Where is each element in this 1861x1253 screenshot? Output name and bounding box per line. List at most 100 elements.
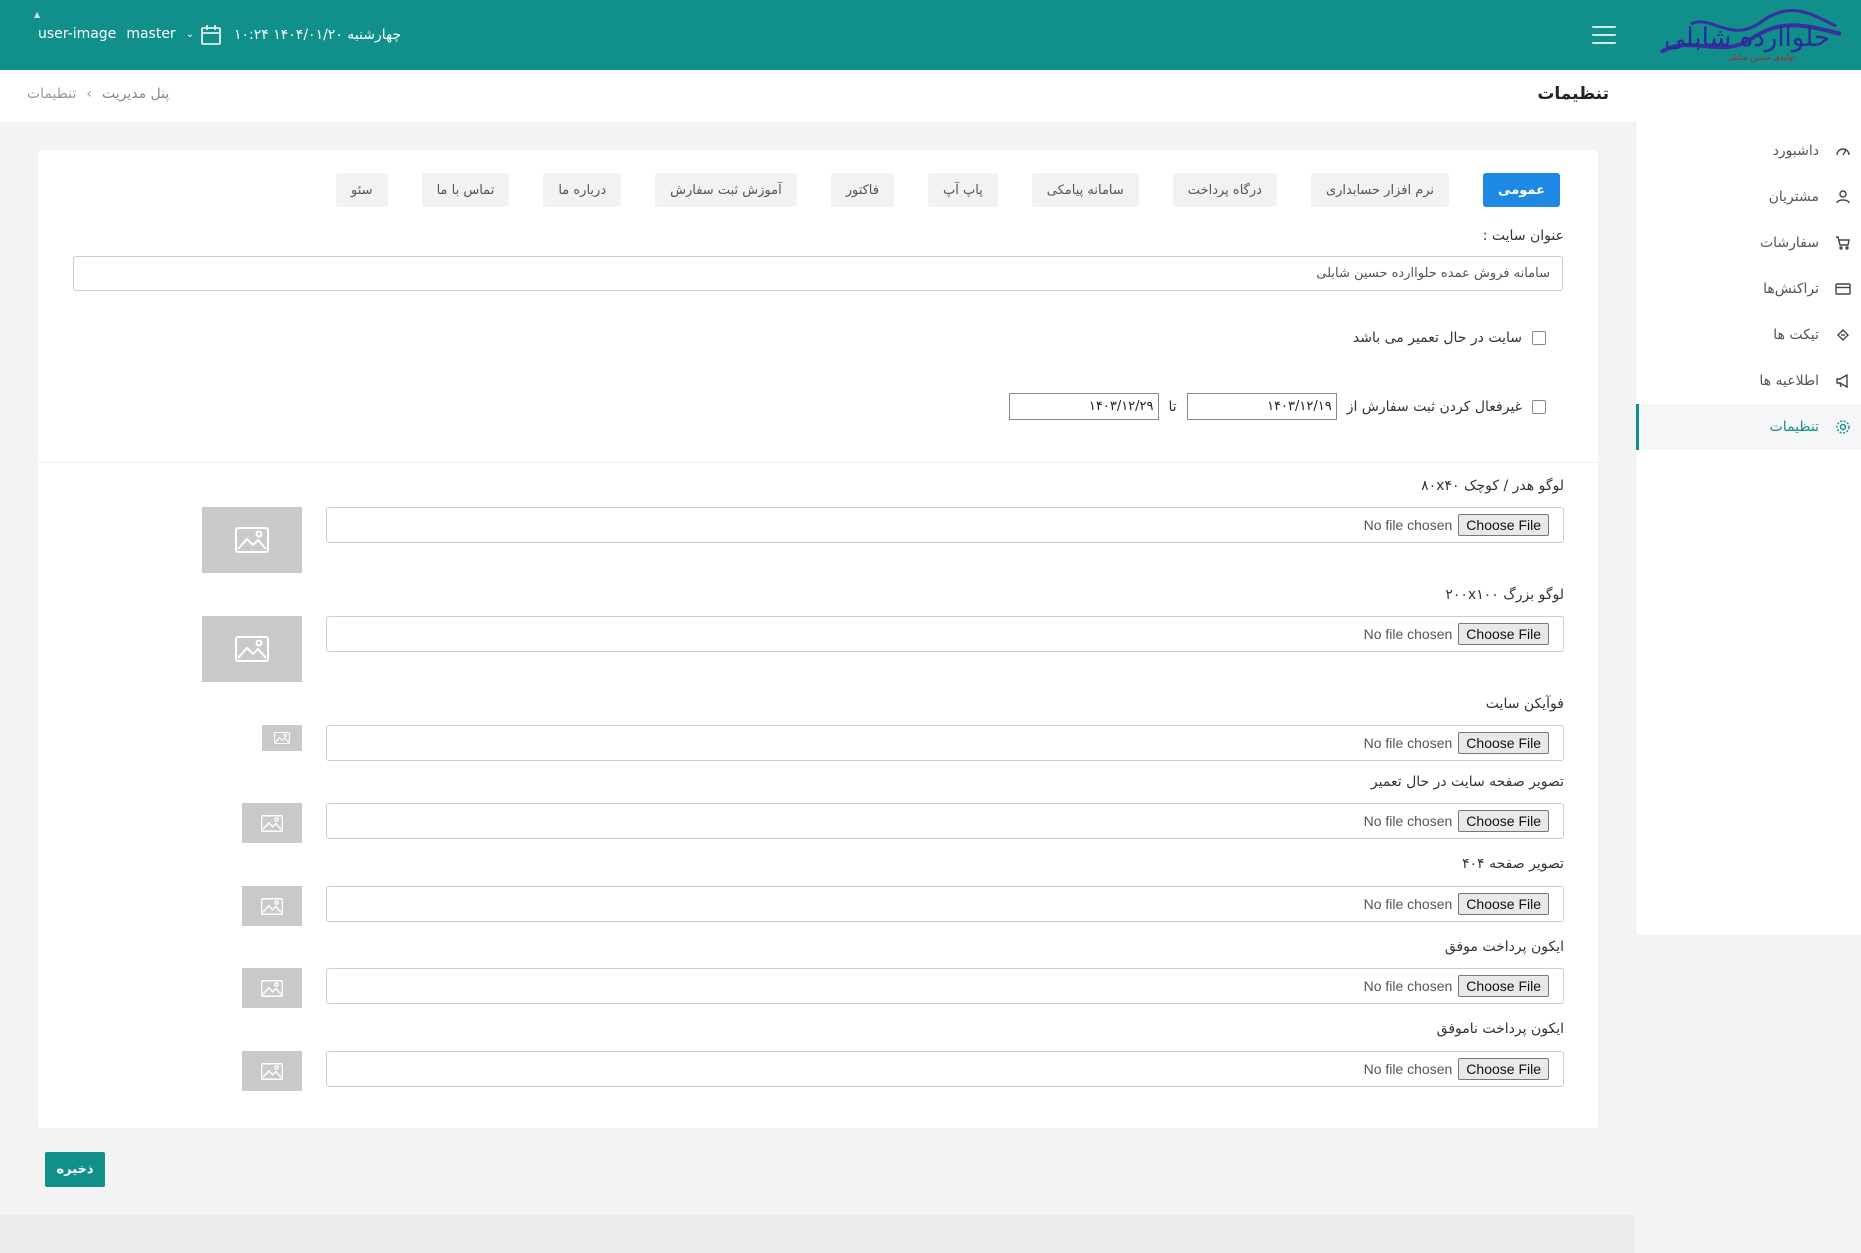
large-logo-label: لوگو بزرگ ۲۰۰x۱۰۰ bbox=[1445, 587, 1564, 603]
sidebar-item-label: مشتریان bbox=[1768, 189, 1819, 205]
file-status: No file chosen bbox=[1363, 626, 1453, 642]
top-navbar: حلواارده شابلی تولیدی حسین شابلی چهارشنب… bbox=[0, 0, 1861, 70]
maintenance-image-file-input[interactable]: No file chosen Choose File bbox=[326, 803, 1564, 839]
maintenance-image-label: تصویر صفحه سایت در حال تعمیر bbox=[1370, 774, 1564, 790]
choose-file-button[interactable]: Choose File bbox=[1458, 732, 1549, 754]
tab-contact-us[interactable]: تماس با ما bbox=[421, 173, 510, 207]
image-placeholder-icon bbox=[274, 732, 290, 744]
maintenance-label: سایت در حال تعمیر می باشد bbox=[1352, 330, 1522, 346]
sidebar-item-customers[interactable]: مشتریان bbox=[1636, 174, 1861, 220]
404-image-file-input[interactable]: No file chosen Choose File bbox=[326, 886, 1564, 922]
large-logo-file-input[interactable]: No file chosen Choose File bbox=[326, 616, 1564, 652]
payment-failed-icon-label: ایکون پرداخت ناموفق bbox=[1436, 1021, 1564, 1037]
menu-toggle-icon[interactable] bbox=[1592, 26, 1616, 44]
save-button[interactable]: ذخیره bbox=[45, 1152, 105, 1187]
tab-payment-gateway[interactable]: درگاه پرداخت bbox=[1172, 173, 1277, 207]
user-image-label: user-image bbox=[38, 26, 117, 42]
file-status: No file chosen bbox=[1363, 896, 1453, 912]
image-placeholder-icon bbox=[261, 814, 283, 832]
image-placeholder-icon bbox=[261, 897, 283, 915]
choose-file-button[interactable]: Choose File bbox=[1458, 514, 1549, 536]
gear-icon bbox=[1836, 420, 1850, 434]
tab-invoice[interactable]: فاکتور bbox=[830, 173, 894, 207]
disable-order-checkbox[interactable] bbox=[1532, 399, 1546, 414]
users-icon bbox=[1836, 190, 1850, 204]
section-divider bbox=[38, 462, 1598, 463]
ticket-icon bbox=[1837, 329, 1849, 341]
breadcrumb: تنظیمات ‹ پنل مدیریت bbox=[27, 86, 169, 102]
date-to-input[interactable]: ۱۴۰۳/۱۲/۲۹ bbox=[1008, 393, 1159, 420]
choose-file-button[interactable]: Choose File bbox=[1458, 975, 1549, 997]
header-logo-preview bbox=[202, 507, 302, 573]
choose-file-button[interactable]: Choose File bbox=[1458, 1058, 1549, 1080]
user-menu[interactable]: user-image master ⌄ bbox=[38, 26, 194, 42]
sidebar-item-label: تیکت ها bbox=[1773, 327, 1819, 343]
sidebar-item-announcements[interactable]: اطلاعیه ها bbox=[1636, 358, 1861, 404]
sidebar-item-orders[interactable]: سفارشات bbox=[1636, 220, 1861, 266]
site-title-input[interactable]: سامانه فروش عمده حلواارده حسین شابلی bbox=[73, 256, 1563, 291]
404-image-preview bbox=[242, 886, 302, 926]
maintenance-checkbox[interactable] bbox=[1532, 331, 1546, 345]
sidebar-item-transactions[interactable]: تراکنش‌ها bbox=[1636, 266, 1861, 312]
maintenance-row: سایت در حال تعمیر می باشد bbox=[1353, 330, 1546, 346]
payment-success-file-input[interactable]: No file chosen Choose File bbox=[326, 968, 1564, 1004]
brand-logo[interactable]: حلواارده شابلی تولیدی حسین شابلی bbox=[1651, 4, 1851, 64]
choose-file-button[interactable]: Choose File bbox=[1458, 893, 1549, 915]
large-logo-preview bbox=[202, 616, 302, 682]
settings-tabs: عمومی نرم افزار حسابداری درگاه پرداخت سا… bbox=[336, 173, 1560, 207]
sidebar-item-label: داشبورد bbox=[1772, 143, 1819, 159]
header-logo-file-input[interactable]: No file chosen Choose File bbox=[326, 507, 1564, 543]
datetime-text: چهارشنبه ۱۴۰۴/۰۱/۲۰ ۱۰:۲۴ bbox=[234, 27, 402, 43]
sidebar-item-label: تنظیمات bbox=[1769, 419, 1819, 435]
favicon-preview bbox=[262, 725, 302, 751]
sidebar-item-dashboard[interactable]: داشبورد bbox=[1636, 128, 1861, 174]
choose-file-button[interactable]: Choose File bbox=[1458, 623, 1549, 645]
breadcrumb-separator-icon: ‹ bbox=[86, 86, 92, 102]
dashboard-icon bbox=[1836, 148, 1850, 156]
favicon-label: فوآیکن سایت bbox=[1485, 696, 1564, 712]
file-status: No file chosen bbox=[1363, 517, 1453, 533]
tab-about-us[interactable]: درباره ما bbox=[543, 173, 622, 207]
payment-failed-preview bbox=[242, 1051, 302, 1091]
sidebar: داشبورد مشتریان سفارشات تراکنش‌ها تیکت ه… bbox=[1635, 120, 1861, 935]
logo-subtext: تولیدی حسین شابلی bbox=[1727, 53, 1795, 62]
tab-sms-system[interactable]: سامانه پیامکی bbox=[1031, 173, 1139, 207]
image-placeholder-icon bbox=[261, 1062, 283, 1080]
payment-success-preview bbox=[242, 968, 302, 1008]
site-title-value: سامانه فروش عمده حلواارده حسین شابلی bbox=[1316, 266, 1550, 281]
favicon-file-input[interactable]: No file chosen Choose File bbox=[326, 725, 1564, 761]
disable-order-label: غیرفعال کردن ثبت سفارش از bbox=[1346, 398, 1522, 415]
cart-icon bbox=[1836, 236, 1850, 250]
image-placeholder-icon bbox=[235, 636, 269, 662]
breadcrumb-link-admin[interactable]: پنل مدیریت bbox=[102, 86, 169, 102]
tab-seo[interactable]: سئو bbox=[336, 173, 388, 207]
file-status: No file chosen bbox=[1363, 735, 1453, 751]
current-datetime: چهارشنبه ۱۴۰۴/۰۱/۲۰ ۱۰:۲۴ bbox=[200, 24, 401, 46]
breadcrumb-current: تنظیمات bbox=[27, 86, 77, 102]
page-header: تنظیمات تنظیمات ‹ پنل مدیریت bbox=[0, 70, 1861, 122]
tab-popup[interactable]: پاپ آپ bbox=[927, 173, 998, 207]
chevron-down-icon[interactable]: ⌄ bbox=[186, 29, 194, 40]
tab-accounting-software[interactable]: نرم افزار حسابداری bbox=[1310, 173, 1450, 207]
image-placeholder-icon bbox=[261, 979, 283, 997]
sidebar-item-tickets[interactable]: تیکت ها bbox=[1636, 312, 1861, 358]
maintenance-image-preview bbox=[242, 803, 302, 843]
404-image-label: تصویر صفحه ۴۰۴ bbox=[1462, 856, 1564, 872]
payment-failed-file-input[interactable]: No file chosen Choose File bbox=[326, 1051, 1564, 1087]
footer bbox=[0, 1215, 1635, 1253]
payment-success-icon-label: ایکون پرداخت موفق bbox=[1444, 939, 1564, 955]
sidebar-item-label: سفارشات bbox=[1759, 235, 1819, 251]
sidebar-item-settings[interactable]: تنظیمات bbox=[1636, 404, 1861, 450]
choose-file-button[interactable]: Choose File bbox=[1458, 810, 1549, 832]
tab-order-tutorial[interactable]: آموزش ثبت سفارش bbox=[655, 173, 797, 207]
credit-card-icon bbox=[1835, 283, 1851, 295]
sidebar-item-label: تراکنش‌ها bbox=[1763, 281, 1819, 297]
tab-general[interactable]: عمومی bbox=[1483, 173, 1560, 207]
date-from-input[interactable]: ۱۴۰۳/۱۲/۱۹ bbox=[1186, 393, 1337, 420]
to-label: تا bbox=[1168, 398, 1177, 415]
branch-label: master bbox=[126, 26, 176, 42]
sidebar-item-label: اطلاعیه ها bbox=[1759, 373, 1819, 389]
page-title: تنظیمات bbox=[1537, 84, 1609, 104]
avatar-placeholder-icon: ▲ bbox=[34, 10, 41, 19]
settings-card: عمومی نرم افزار حسابداری درگاه پرداخت سا… bbox=[38, 150, 1598, 1128]
